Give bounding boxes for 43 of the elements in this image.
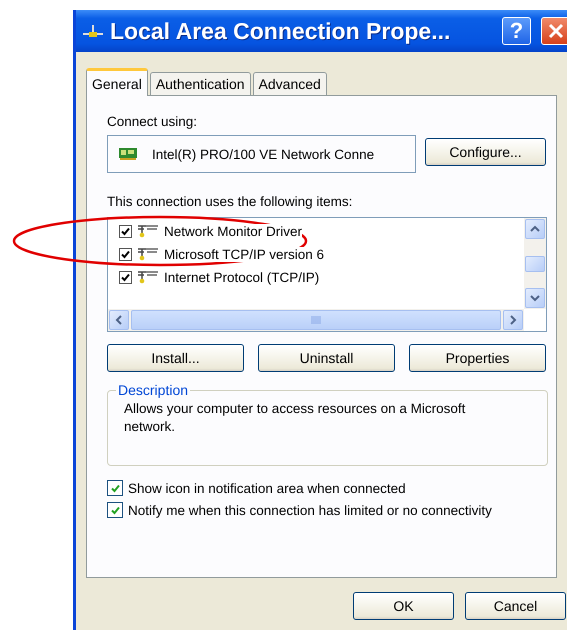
configure-button[interactable]: Configure... bbox=[425, 138, 546, 166]
description-title: Description bbox=[117, 382, 190, 398]
option-checkbox[interactable] bbox=[107, 502, 123, 518]
scroll-down-button[interactable] bbox=[525, 288, 545, 308]
item-checkbox[interactable] bbox=[119, 270, 132, 284]
item-action-button[interactable]: Uninstall bbox=[258, 344, 395, 372]
network-protocol-icon bbox=[137, 247, 159, 261]
items-label: This connection uses the following items: bbox=[107, 194, 354, 209]
item-action-button[interactable]: Install... bbox=[107, 344, 244, 372]
item-label[interactable]: Microsoft TCP/IP version 6 bbox=[164, 246, 324, 262]
scroll-thumb[interactable] bbox=[525, 256, 545, 272]
description-text: Allows your computer to access resources on a Microsoft network. bbox=[124, 400, 466, 436]
tab[interactable]: Advanced bbox=[252, 72, 327, 96]
item-checkbox[interactable] bbox=[119, 248, 132, 260]
connect-using-label: Connect using: bbox=[107, 114, 198, 129]
item-label[interactable]: Internet Protocol (TCP/IP) bbox=[164, 270, 320, 284]
item-action-button[interactable]: Properties bbox=[409, 344, 546, 372]
tab[interactable]: Authentication bbox=[150, 72, 251, 96]
close-icon bbox=[548, 23, 564, 39]
dialog-button[interactable]: Cancel bbox=[465, 592, 566, 620]
check-mark-icon bbox=[110, 506, 120, 514]
check-mark-icon bbox=[121, 226, 130, 236]
option-label[interactable]: Notify me when this connection has limited or no connectivity bbox=[128, 502, 492, 518]
network-card-icon bbox=[118, 147, 140, 161]
option-checkbox[interactable] bbox=[107, 480, 123, 496]
item-label[interactable]: Network Monitor Driver bbox=[164, 224, 302, 238]
network-protocol-icon bbox=[137, 224, 159, 238]
network-icon bbox=[82, 24, 104, 38]
check-mark-icon bbox=[121, 250, 130, 258]
scroll-left-button[interactable] bbox=[109, 310, 129, 330]
item-checkbox[interactable] bbox=[119, 224, 132, 238]
check-mark-icon bbox=[110, 484, 120, 492]
check-mark-icon bbox=[121, 272, 130, 282]
tab[interactable]: General bbox=[86, 68, 148, 96]
option-label[interactable]: Show icon in notification area when connected bbox=[128, 480, 406, 496]
window-title: Local Area Connection Prope... bbox=[110, 18, 452, 44]
scroll-thumb[interactable] bbox=[131, 310, 501, 330]
scroll-up-button[interactable] bbox=[525, 219, 545, 239]
adapter-name: Intel(R) PRO/100 VE Network Conne bbox=[152, 146, 374, 162]
scroll-right-button[interactable] bbox=[503, 310, 523, 330]
close-button[interactable] bbox=[541, 17, 567, 45]
network-protocol-icon bbox=[137, 270, 159, 284]
dialog-button[interactable]: OK bbox=[353, 592, 454, 620]
